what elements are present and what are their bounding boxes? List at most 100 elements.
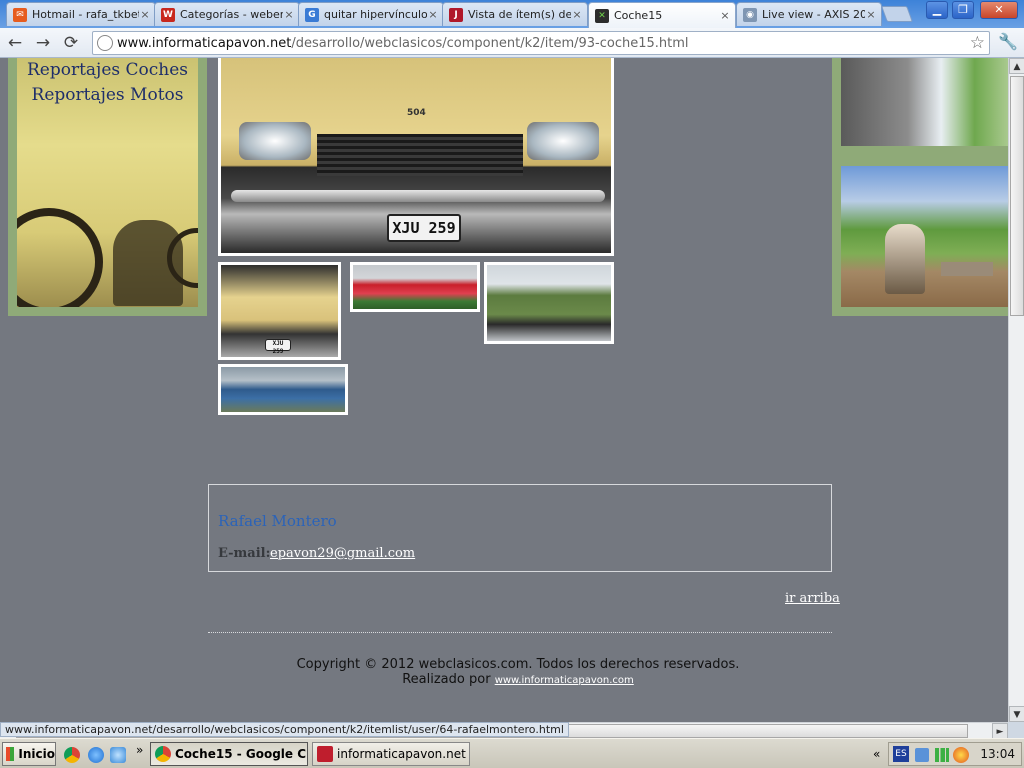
thumb-red-coupe[interactable]	[350, 262, 480, 312]
banner-line-coches: Reportajes Coches	[26, 60, 189, 80]
reload-button[interactable]: ⟳	[60, 32, 82, 54]
maximize-button[interactable]: ❐	[952, 1, 974, 19]
tab-close-icon[interactable]: ×	[571, 8, 583, 21]
seated-man-figure	[885, 224, 925, 294]
joomla-icon: J	[449, 7, 463, 22]
tab-close-icon[interactable]: ×	[865, 8, 877, 21]
banner-line-motos: Reportajes Motos	[31, 85, 184, 105]
globe-icon: ◉	[743, 7, 757, 22]
antivirus-icon[interactable]	[953, 747, 969, 763]
browser-toolbar: ← → ⟳ www.informaticapavon.net/desarroll…	[0, 28, 1024, 58]
new-tab-button[interactable]	[881, 6, 913, 22]
tab-close-icon[interactable]: ×	[719, 9, 731, 22]
quicklaunch-chevron-icon[interactable]: »	[136, 743, 143, 757]
model-badge: 504	[407, 108, 426, 118]
footer-divider	[208, 632, 832, 633]
chrome-icon	[155, 746, 171, 762]
scroll-down-icon[interactable]: ▼	[1009, 706, 1024, 722]
status-url-bubble: www.informaticapavon.net/desarrollo/webc…	[0, 722, 569, 737]
windows-logo-icon	[6, 747, 15, 761]
tab-label: Coche15	[614, 9, 663, 22]
car-wheel-illustration	[17, 208, 103, 307]
thumb-green-sedan[interactable]	[484, 262, 614, 344]
right-photo-motorcyclist[interactable]	[841, 58, 1008, 146]
thumb-blue-sedan[interactable]	[218, 364, 348, 415]
site-content: Reportajes Coches Reportajes Motos 504 X…	[8, 58, 1008, 696]
wrench-menu-icon[interactable]: 🔧	[998, 32, 1018, 54]
taskbar-button-label: Coche15 - Google Chr...	[175, 747, 307, 761]
ie-quicklaunch-icon[interactable]	[88, 747, 104, 763]
network-icon[interactable]	[915, 748, 929, 762]
tab-joomla-items[interactable]: J Vista de ítem(s) del i ×	[442, 2, 588, 26]
left-headlamp	[239, 122, 311, 160]
scroll-right-icon[interactable]: ►	[992, 723, 1008, 739]
url-text: www.informaticapavon.net/desarrollo/webc…	[117, 36, 689, 51]
copyright-text: Copyright © 2012 webclasicos.com. Todos …	[296, 657, 740, 672]
windows-taskbar: Inicio » Coche15 - Google Chr... informa…	[0, 738, 1024, 768]
made-by-link[interactable]: www.informaticapavon.com	[495, 675, 634, 686]
main-car-photo[interactable]: 504 XJU 259	[218, 58, 614, 256]
thumb-license-plate: XJU 259	[265, 339, 291, 355]
start-button[interactable]: Inicio	[2, 742, 56, 766]
tab-hotmail[interactable]: ✉ Hotmail - rafa_tkbet ×	[6, 2, 156, 26]
url-host: www.informaticapavon.net	[117, 35, 292, 51]
clock: 13:04	[980, 747, 1015, 761]
vertical-scroll-thumb[interactable]	[1010, 76, 1024, 316]
right-headlamp	[527, 122, 599, 160]
author-name-link[interactable]: Rafael Montero	[218, 512, 337, 530]
tab-strip: ✉ Hotmail - rafa_tkbet × W Categorías - …	[0, 0, 1024, 28]
front-bumper	[231, 190, 605, 202]
system-tray: « ES 13:04	[873, 742, 1022, 766]
right-photo-man-seated[interactable]	[841, 166, 1008, 307]
site-favicon-icon: ✕	[595, 8, 609, 23]
close-window-button[interactable]: ✕	[980, 1, 1018, 19]
tab-label: Vista de ítem(s) del i	[468, 8, 571, 21]
scroll-up-icon[interactable]: ▲	[1009, 58, 1024, 74]
tab-google-search[interactable]: G quitar hipervínculos ×	[298, 2, 444, 26]
mail-icon: ✉	[13, 7, 27, 22]
forward-button[interactable]: →	[32, 32, 54, 54]
tab-coche15[interactable]: ✕ Coche15 ×	[588, 2, 736, 28]
taskbar-button-label: informaticapavon.net - i...	[337, 747, 469, 761]
author-email-link[interactable]: epavon29@gmail.com	[270, 546, 415, 561]
made-by-text: Realizado por www.informaticapavon.com	[208, 672, 828, 687]
taskbar-button-filezilla[interactable]: informaticapavon.net - i...	[312, 742, 470, 766]
globe-icon	[97, 35, 113, 51]
tray-expand-icon[interactable]: «	[873, 747, 880, 761]
page-viewport: Reportajes Coches Reportajes Motos 504 X…	[0, 58, 1008, 722]
tab-label: Live view - AXIS 207	[762, 8, 865, 21]
google-icon: G	[305, 7, 319, 22]
filezilla-icon	[317, 746, 333, 762]
right-photo-column	[832, 58, 1008, 316]
webempresa-icon: W	[161, 7, 175, 22]
url-path: /desarrollo/webclasicos/component/k2/ite…	[291, 35, 689, 51]
chrome-quicklaunch-icon[interactable]	[64, 747, 80, 763]
reportajes-banner: Reportajes Coches Reportajes Motos	[17, 58, 198, 307]
language-indicator[interactable]: ES	[893, 746, 909, 762]
signal-strength-icon[interactable]	[935, 748, 949, 762]
taskbar-button-chrome[interactable]: Coche15 - Google Chr...	[150, 742, 308, 766]
vertical-scrollbar[interactable]: ▲ ▼	[1008, 58, 1024, 722]
left-banner[interactable]: Reportajes Coches Reportajes Motos	[8, 58, 207, 316]
bookmark-star-icon[interactable]: ☆	[970, 33, 985, 53]
tab-label: Categorías - webem	[180, 8, 283, 21]
minimize-button[interactable]: ▁	[926, 1, 948, 19]
thumb-peugeot-front[interactable]: XJU 259	[218, 262, 341, 360]
back-to-top-link[interactable]: ir arriba	[785, 591, 840, 606]
bench	[941, 262, 993, 276]
tab-label: quitar hipervínculos	[324, 8, 427, 21]
start-label: Inicio	[18, 747, 55, 761]
back-button[interactable]: ←	[4, 32, 26, 54]
tab-close-icon[interactable]: ×	[283, 8, 295, 21]
tab-close-icon[interactable]: ×	[139, 8, 151, 21]
tab-categorias[interactable]: W Categorías - webem ×	[154, 2, 300, 26]
made-by-label: Realizado por	[402, 672, 491, 687]
car-grille	[317, 134, 523, 176]
tab-axis-live-view[interactable]: ◉ Live view - AXIS 207 ×	[736, 2, 882, 26]
author-box: Rafael Montero E-mail: epavon29@gmail.co…	[208, 484, 832, 572]
address-bar[interactable]: www.informaticapavon.net/desarrollo/webc…	[92, 31, 990, 55]
email-label: E-mail:	[218, 546, 271, 561]
tab-close-icon[interactable]: ×	[427, 8, 439, 21]
license-plate: XJU 259	[387, 214, 461, 242]
outlook-quicklaunch-icon[interactable]	[110, 747, 126, 763]
